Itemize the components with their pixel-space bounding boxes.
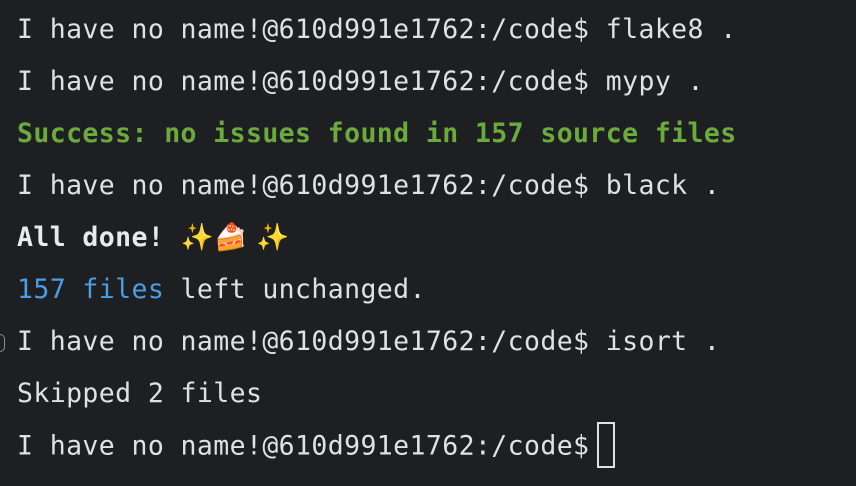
terminal-line-flake8: I have no name!@610d991e1762:/code$ flak… <box>17 10 737 50</box>
shell-prompt: I have no name!@610d991e1762:/code$ <box>17 326 590 357</box>
terminal-line-black: I have no name!@610d991e1762:/code$ blac… <box>17 166 720 206</box>
sparkles-cake-icon: ✨🍰 ✨ <box>180 222 290 253</box>
isort-output: Skipped 2 files <box>17 378 263 409</box>
terminal-line-isort: I have no name!@610d991e1762:/code$ isor… <box>17 322 720 362</box>
command-text: isort . <box>589 326 721 357</box>
text-cursor[interactable] <box>597 422 616 468</box>
terminal-current-prompt[interactable]: I have no name!@610d991e1762:/code$ <box>17 422 616 468</box>
gutter-marker <box>0 334 5 352</box>
mypy-success-output: Success: no issues found in 157 source f… <box>17 118 737 149</box>
command-text: flake8 . <box>589 14 737 45</box>
done-text: All done! <box>17 222 181 253</box>
files-count-highlight: 157 files <box>17 274 165 305</box>
black-unchanged-output: 157 files left unchanged. <box>17 270 426 310</box>
black-done-output: All done! ✨🍰 ✨ <box>17 218 290 258</box>
shell-prompt: I have no name!@610d991e1762:/code$ <box>17 14 590 45</box>
command-text: mypy . <box>589 66 704 97</box>
shell-prompt: I have no name!@610d991e1762:/code$ <box>17 170 590 201</box>
terminal-window[interactable]: I have no name!@610d991e1762:/code$ flak… <box>0 0 856 486</box>
shell-prompt: I have no name!@610d991e1762:/code$ <box>17 66 590 97</box>
terminal-line-mypy: I have no name!@610d991e1762:/code$ mypy… <box>17 62 704 102</box>
shell-prompt: I have no name!@610d991e1762:/code$ <box>17 430 590 462</box>
unchanged-text: left unchanged. <box>164 274 426 305</box>
command-text: black . <box>589 170 721 201</box>
